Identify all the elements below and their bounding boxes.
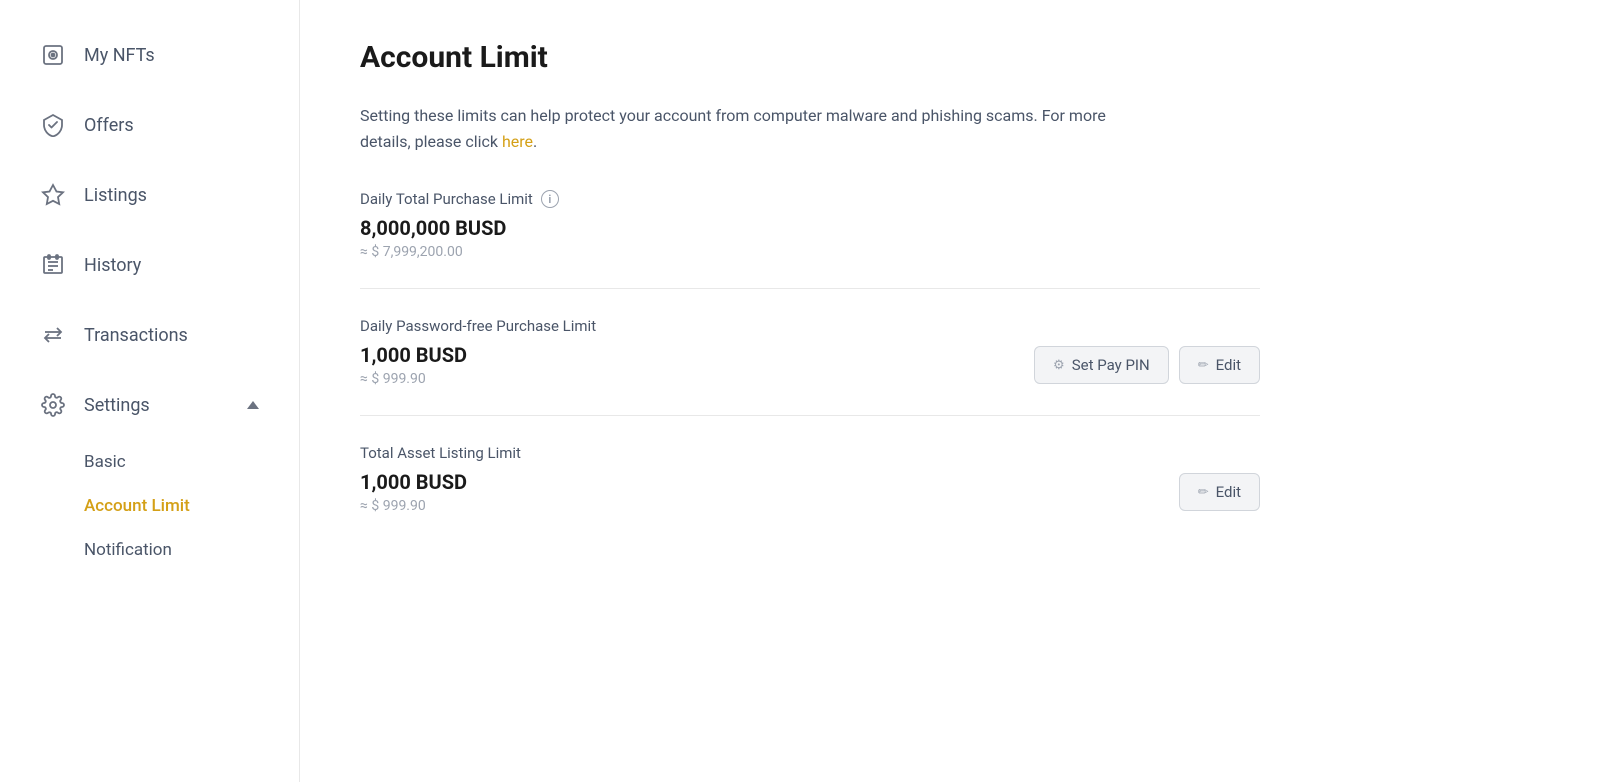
daily-total-purchase-label: Daily Total Purchase Limit i: [360, 190, 1260, 208]
nft-icon: [40, 42, 66, 68]
sidebar-item-offers[interactable]: Offers: [0, 90, 299, 160]
total-asset-listing-limit-section: Total Asset Listing Limit 1,000 BUSD ≈ $…: [360, 415, 1260, 542]
edit-button-asset-listing[interactable]: ✏ Edit: [1179, 473, 1260, 511]
sidebar-item-offers-label: Offers: [84, 115, 134, 136]
page-title: Account Limit: [360, 40, 1540, 75]
set-pay-pin-button[interactable]: ⚙ Set Pay PIN: [1034, 346, 1169, 384]
daily-password-free-limit-section: Daily Password-free Purchase Limit 1,000…: [360, 288, 1260, 415]
daily-password-free-usd: ≈ $ 999.90: [360, 371, 467, 387]
daily-password-free-label: Daily Password-free Purchase Limit: [360, 317, 1260, 335]
settings-icon: [40, 392, 66, 418]
here-link[interactable]: here: [502, 132, 533, 151]
total-asset-listing-amount: 1,000 BUSD: [360, 470, 467, 494]
sidebar-item-transactions[interactable]: Transactions: [0, 300, 299, 370]
settings-submenu: Basic Account Limit Notification: [0, 440, 299, 582]
submenu-item-account-limit[interactable]: Account Limit: [0, 484, 299, 528]
sidebar-item-listings[interactable]: Listings: [0, 160, 299, 230]
total-asset-listing-usd: ≈ $ 999.90: [360, 498, 467, 514]
sidebar-item-history[interactable]: History: [0, 230, 299, 300]
info-icon-daily-total[interactable]: i: [541, 190, 559, 208]
listings-icon: [40, 182, 66, 208]
transactions-icon: [40, 322, 66, 348]
gear-icon: ⚙: [1053, 358, 1065, 373]
sidebar-item-my-nfts[interactable]: My NFTs: [0, 20, 299, 90]
submenu-item-notification[interactable]: Notification: [0, 528, 299, 572]
submenu-item-basic[interactable]: Basic: [0, 440, 299, 484]
daily-total-usd: ≈ $ 7,999,200.00: [360, 244, 506, 260]
daily-total-amount: 8,000,000 BUSD: [360, 216, 506, 240]
edit-button-password-free[interactable]: ✏ Edit: [1179, 346, 1260, 384]
daily-password-free-amount: 1,000 BUSD: [360, 343, 467, 367]
sidebar-item-my-nfts-label: My NFTs: [84, 45, 155, 66]
sidebar-item-transactions-label: Transactions: [84, 325, 188, 346]
sidebar-item-listings-label: Listings: [84, 185, 147, 206]
total-asset-listing-label: Total Asset Listing Limit: [360, 444, 1260, 462]
chevron-up-icon: [247, 401, 259, 409]
edit-icon: ✏: [1198, 358, 1209, 373]
main-content: Account Limit Setting these limits can h…: [300, 0, 1600, 782]
daily-total-purchase-limit-section: Daily Total Purchase Limit i 8,000,000 B…: [360, 190, 1260, 288]
history-icon: [40, 252, 66, 278]
sidebar-item-settings[interactable]: Settings: [0, 370, 299, 440]
daily-password-free-actions: ⚙ Set Pay PIN ✏ Edit: [1034, 346, 1260, 384]
sidebar: My NFTs Offers Listings: [0, 0, 300, 782]
edit-icon-2: ✏: [1198, 485, 1209, 500]
description-text: Setting these limits can help protect yo…: [360, 103, 1160, 154]
offers-icon: [40, 112, 66, 138]
sidebar-item-history-label: History: [84, 255, 141, 276]
sidebar-item-settings-label: Settings: [84, 395, 150, 416]
total-asset-listing-actions: ✏ Edit: [1179, 473, 1260, 511]
